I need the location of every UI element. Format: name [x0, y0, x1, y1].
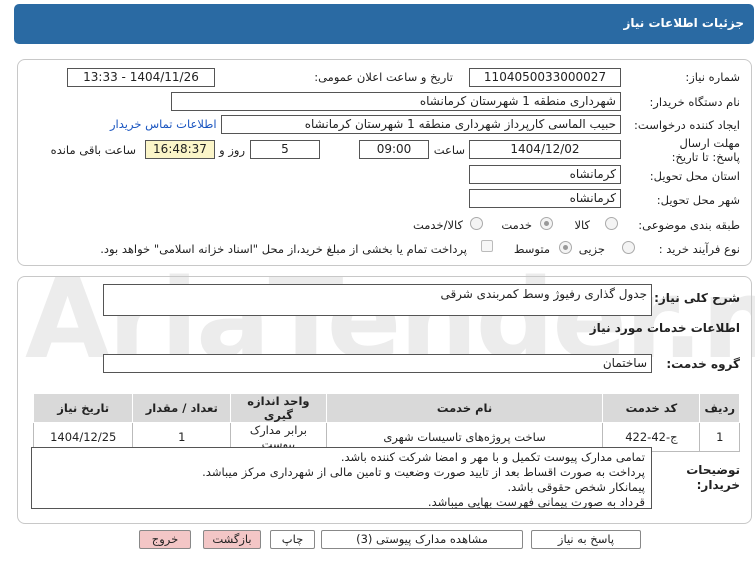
city-field: کرمانشاه [469, 189, 621, 208]
remaining-time-field: 16:48:37 [145, 140, 215, 159]
process-option-medium: متوسط [513, 242, 550, 256]
deadline-time-field: 09:00 [359, 140, 429, 159]
category-label: طبقه بندی موضوعی: [638, 218, 740, 232]
buyer-org-field: شهرداری منطقه 1 شهرستان کرمانشاه [171, 92, 621, 111]
cell-row: 1 [699, 422, 740, 452]
payment-note: پرداخت تمام یا بخشی از مبلغ خرید،از محل … [100, 242, 467, 256]
days-field: 5 [250, 140, 320, 159]
process-option-minor: جزیی [578, 242, 605, 256]
category-option-goods: کالا [574, 218, 590, 232]
back-button[interactable]: بازگشت [203, 530, 261, 549]
col-date: تاریخ نیاز [32, 393, 134, 423]
reply-button[interactable]: پاسخ به نیاز [531, 530, 641, 549]
need-number-label: شماره نیاز: [685, 70, 740, 84]
summary-field: جدول گذاری رفیوژ وسط کمربندی شرقی [103, 284, 652, 316]
exit-button[interactable]: خروج [139, 530, 191, 549]
col-name: نام خدمت [325, 393, 604, 423]
requester-label: ایجاد کننده درخواست: [634, 118, 740, 132]
service-group-label: گروه خدمت: [666, 357, 740, 371]
category-option-service: خدمت [501, 218, 532, 232]
category-radio-goods[interactable] [605, 217, 618, 230]
buyer-contact-link[interactable]: اطلاعات تماس خریدار [110, 117, 217, 131]
treasury-checkbox[interactable] [481, 240, 493, 252]
deadline-time-label: ساعت [433, 143, 465, 157]
deadline-label: مهلت ارسال پاسخ: تا تاریخ: [671, 136, 740, 164]
note-line: تمامی مدارک پیوست تکمیل و با مهر و امضا … [340, 450, 645, 464]
remaining-label: ساعت باقی مانده [50, 143, 136, 157]
announce-label: تاریخ و ساعت اعلان عمومی: [314, 70, 453, 84]
need-number-field: 1104050033000027 [469, 68, 621, 87]
category-radio-goods-service[interactable] [470, 217, 483, 230]
process-radio-minor[interactable] [622, 241, 635, 254]
services-table: ردیف کد خدمت نام خدمت واحد اندازه گیری ت… [32, 393, 740, 452]
announce-field: 1404/11/26 - 13:33 [67, 68, 215, 87]
print-button[interactable]: چاپ [270, 530, 315, 549]
province-label: استان محل تحویل: [649, 169, 740, 183]
col-qty: تعداد / مقدار [132, 393, 232, 423]
city-label: شهر محل تحویل: [656, 193, 740, 207]
page-header: جزئیات اطلاعات نیاز [14, 4, 754, 44]
buyer-notes-field: تمامی مدارک پیوست تکمیل و با مهر و امضا … [31, 447, 652, 509]
buyer-notes-label: توضیحات خریدار: [686, 463, 740, 492]
col-code: کد خدمت [602, 393, 701, 423]
category-radio-service[interactable] [540, 217, 553, 230]
note-line: پرداخت به صورت اقساط بعد از تایید صورت و… [202, 465, 645, 479]
process-radio-medium[interactable] [559, 241, 572, 254]
category-option-goods-service: کالا/خدمت [412, 218, 463, 232]
service-group-field: ساختمان [103, 354, 652, 373]
process-label: نوع فرآیند خرید : [658, 242, 740, 256]
deadline-date-field: 1404/12/02 [469, 140, 621, 159]
attachments-button[interactable]: مشاهده مدارک پیوستی (3) [321, 530, 523, 549]
days-and-label: روز و [219, 143, 245, 157]
requester-field: حبیب الماسی کارپرداز شهرداری منطقه 1 شهر… [221, 115, 621, 134]
page-title: جزئیات اطلاعات نیاز [623, 16, 744, 30]
col-unit: واحد اندازه گیری [230, 393, 327, 423]
province-field: کرمانشاه [469, 165, 621, 184]
general-info-panel [17, 59, 752, 266]
buyer-org-label: نام دستگاه خریدار: [649, 95, 740, 109]
summary-label: شرح کلی نیاز: [654, 291, 740, 305]
services-section-title: اطلاعات خدمات مورد نیاز [589, 321, 740, 335]
note-line: قرداد به صورت پیمانی فهرست بهایی میباشد. [427, 495, 645, 509]
note-line: پیمانکار شخص حقوقی باشد. [507, 480, 645, 494]
col-row: ردیف [699, 393, 740, 423]
